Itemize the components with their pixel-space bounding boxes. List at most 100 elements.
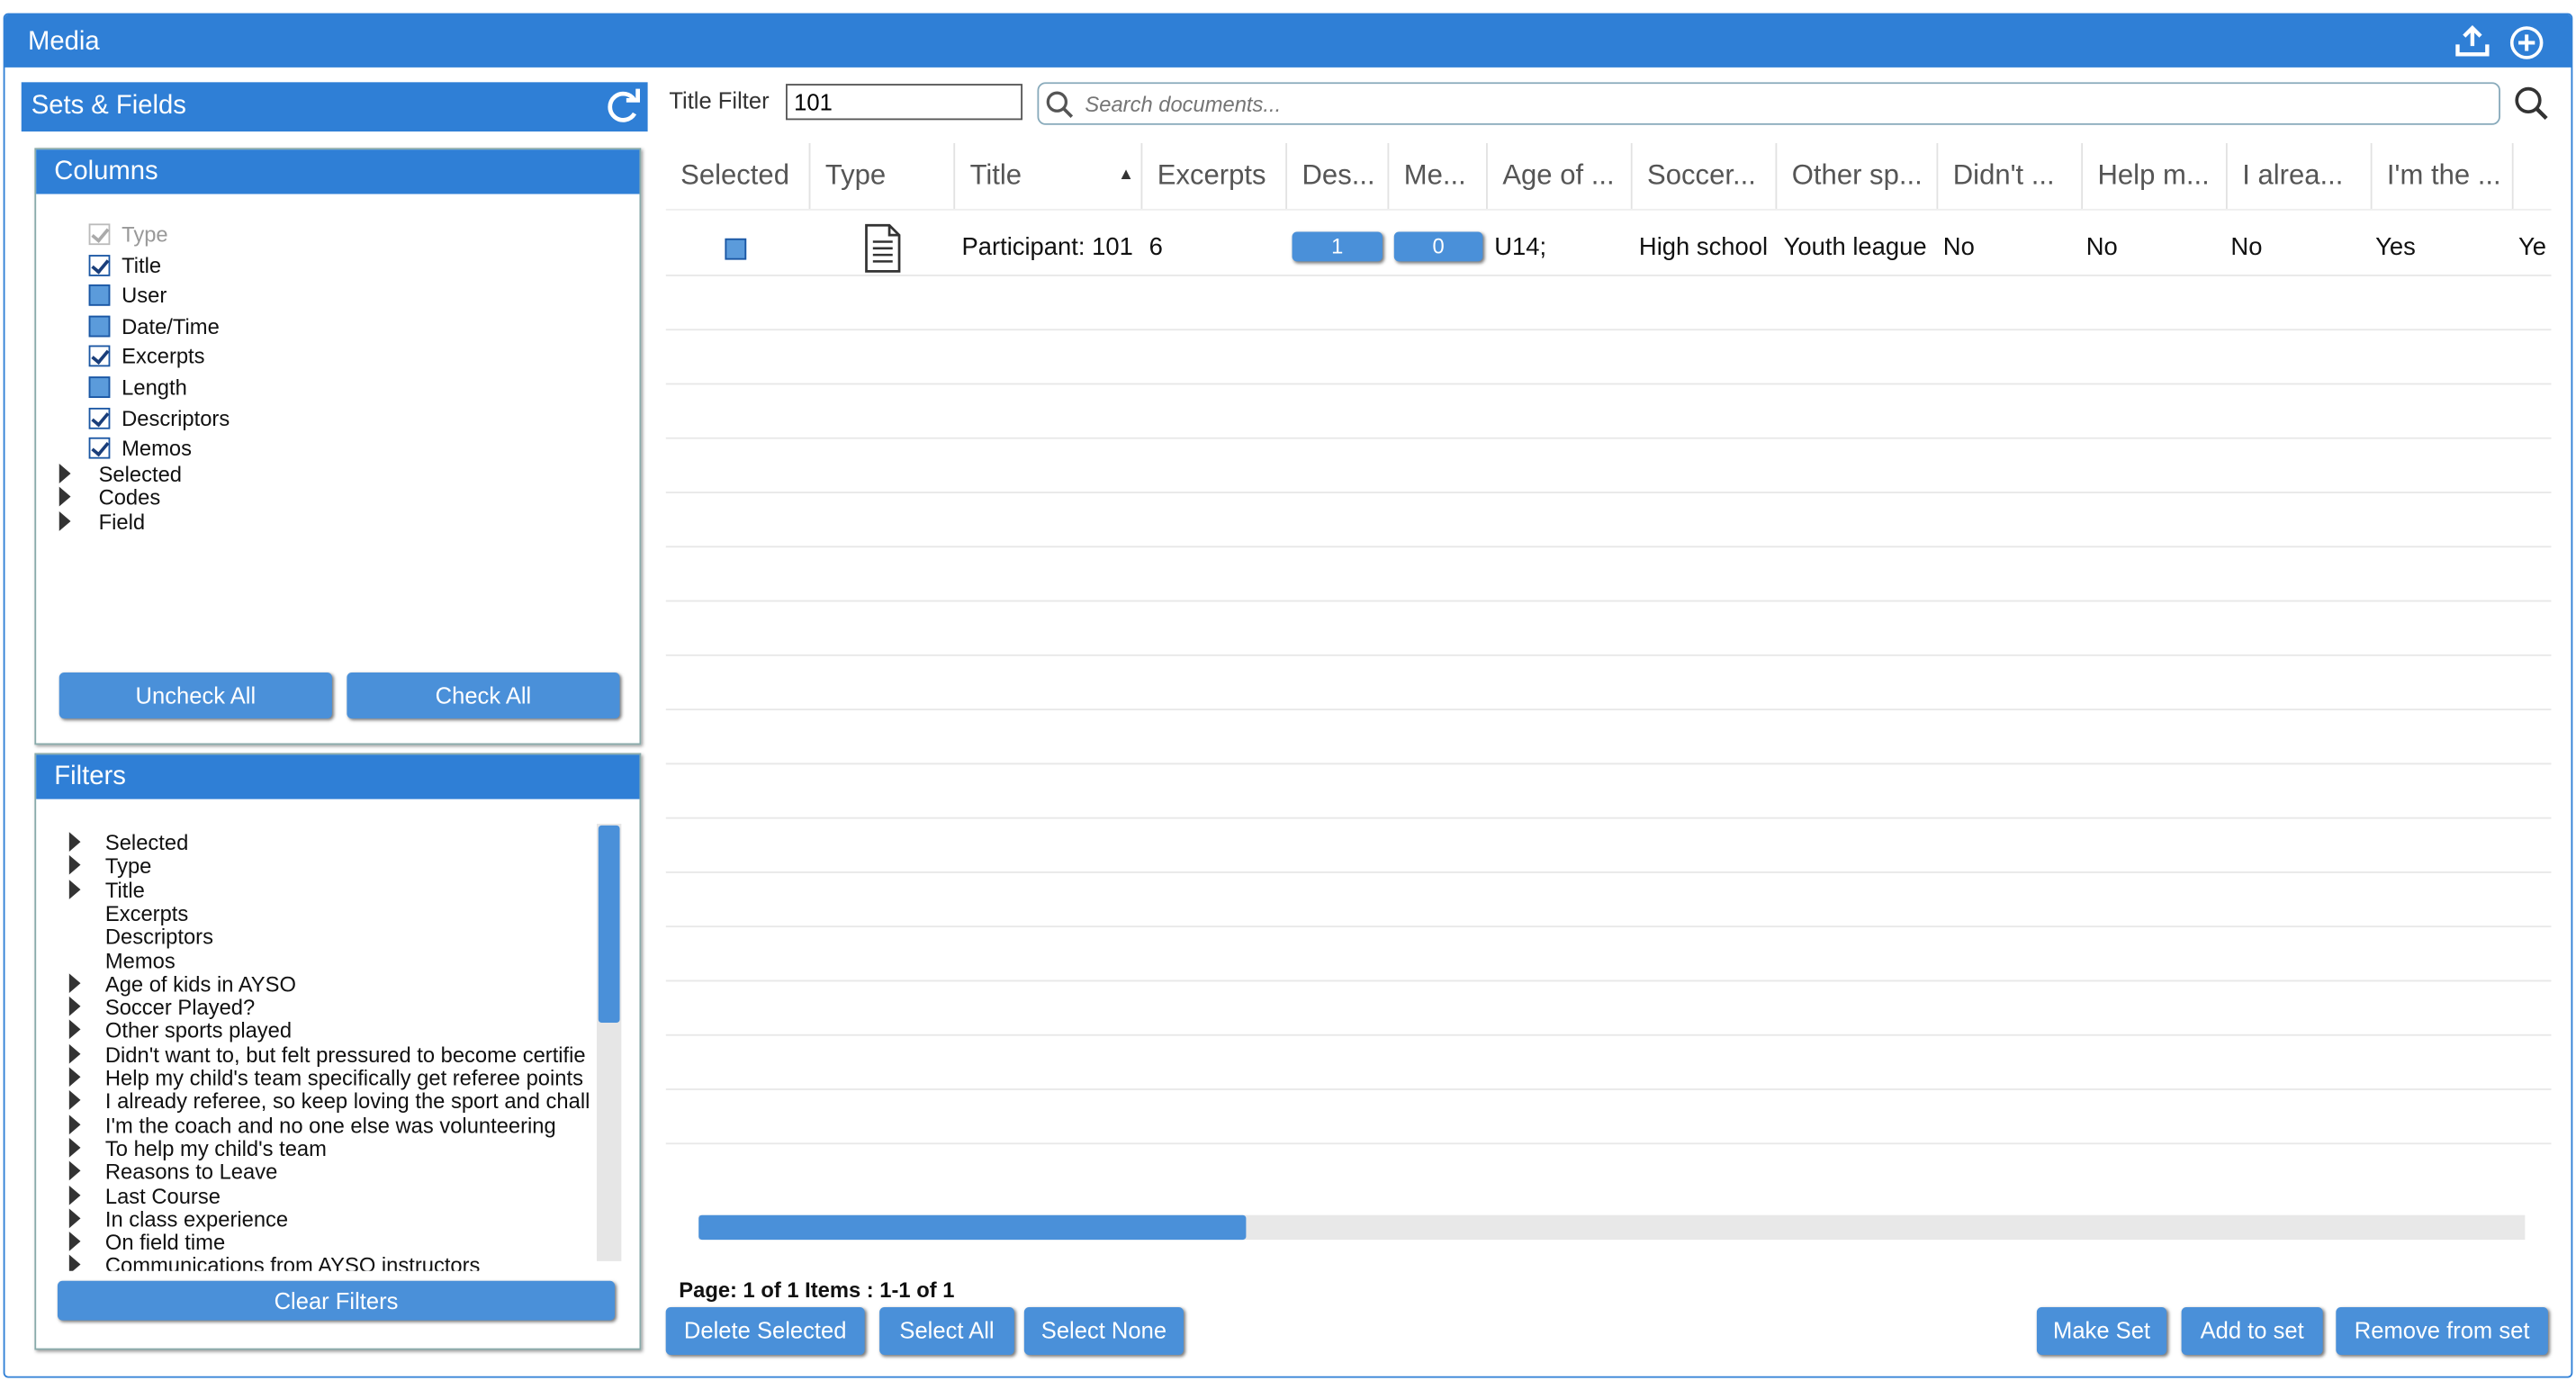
column-header[interactable]: Title: [955, 142, 1143, 209]
column-header[interactable]: Excerpts: [1142, 142, 1288, 209]
table-row[interactable]: [665, 329, 2552, 385]
column-checkbox[interactable]: [88, 438, 111, 459]
expand-arrow-icon[interactable]: [68, 1137, 81, 1158]
table-row[interactable]: [665, 546, 2552, 602]
filter-item[interactable]: On field time: [68, 1230, 595, 1255]
column-checkbox[interactable]: [88, 223, 111, 246]
column-header[interactable]: Des...: [1287, 142, 1390, 209]
refresh-icon[interactable]: [601, 87, 644, 127]
table-row[interactable]: [665, 654, 2552, 711]
expand-arrow-icon[interactable]: [68, 1020, 81, 1040]
expand-arrow-icon[interactable]: [68, 855, 81, 876]
expand-arrow-icon[interactable]: [68, 1090, 81, 1111]
column-header[interactable]: Didn't ...: [1938, 142, 2084, 209]
table-row[interactable]: [665, 709, 2552, 765]
column-header[interactable]: Other sp...: [1777, 142, 1939, 209]
column-option[interactable]: Type: [88, 221, 418, 250]
filter-item[interactable]: Reasons to Leave: [68, 1160, 595, 1184]
filter-item[interactable]: To help my child's team: [68, 1136, 595, 1160]
column-group-item[interactable]: Selected: [59, 462, 388, 487]
column-option[interactable]: Title: [88, 251, 418, 281]
grid-horizontal-scrollbar[interactable]: [698, 1214, 2526, 1241]
table-row[interactable]: [665, 275, 2552, 331]
filter-item[interactable]: Other sports played: [68, 1018, 595, 1043]
column-checkbox[interactable]: [88, 254, 111, 276]
select-all-button[interactable]: Select All: [879, 1306, 1014, 1355]
table-row[interactable]: [665, 763, 2552, 819]
filter-item[interactable]: Selected: [68, 830, 595, 855]
expand-arrow-icon[interactable]: [68, 1160, 81, 1181]
filter-item[interactable]: Last Course: [68, 1183, 595, 1207]
make-set-button[interactable]: Make Set: [2036, 1306, 2167, 1355]
expand-arrow-icon[interactable]: [68, 832, 81, 853]
filter-item[interactable]: Age of kids in AYSO: [68, 971, 595, 996]
expand-arrow-icon[interactable]: [68, 1114, 81, 1134]
column-checkbox[interactable]: [88, 315, 111, 338]
remove-from-set-button[interactable]: Remove from set: [2336, 1306, 2548, 1355]
table-row[interactable]: [665, 1088, 2552, 1145]
filter-item[interactable]: Title: [68, 878, 595, 902]
filter-item[interactable]: In class experience: [68, 1206, 595, 1232]
column-header[interactable]: Age of ...: [1488, 142, 1633, 209]
expand-arrow-icon[interactable]: [68, 1255, 81, 1271]
search-box[interactable]: [1037, 82, 2500, 125]
column-checkbox[interactable]: [88, 346, 111, 368]
table-row[interactable]: [665, 925, 2552, 982]
table-row[interactable]: [665, 980, 2552, 1036]
expand-arrow-icon[interactable]: [68, 1043, 81, 1064]
column-option[interactable]: Excerpts: [88, 343, 418, 373]
column-checkbox[interactable]: [88, 407, 111, 429]
grid-scroll-thumb[interactable]: [698, 1214, 1247, 1241]
filter-item[interactable]: Excerpts: [69, 901, 595, 925]
column-option[interactable]: Date/Time: [88, 312, 418, 342]
column-header[interactable]: I alrea...: [2228, 142, 2373, 209]
expand-arrow-icon[interactable]: [68, 1232, 81, 1252]
column-option[interactable]: Length: [88, 374, 418, 403]
table-row[interactable]: [665, 817, 2552, 873]
check-all-button[interactable]: Check All: [347, 672, 620, 719]
column-option[interactable]: Memos: [88, 435, 418, 465]
table-row[interactable]: Participant: 101 6 U14; High school Youth le…: [665, 221, 2552, 276]
filter-item[interactable]: Memos: [69, 948, 595, 972]
filter-item[interactable]: I already referee, so keep loving the sp…: [68, 1089, 595, 1114]
table-row[interactable]: [665, 492, 2552, 548]
expand-arrow-icon[interactable]: [59, 510, 71, 531]
expand-arrow-icon[interactable]: [68, 1208, 81, 1228]
add-circle-icon[interactable]: [2508, 24, 2544, 59]
expand-arrow-icon[interactable]: [68, 996, 81, 1016]
row-select-checkbox[interactable]: [725, 238, 747, 260]
filters-scrollbar[interactable]: [596, 824, 622, 1261]
column-header[interactable]: Selected: [666, 142, 811, 209]
expand-arrow-icon[interactable]: [68, 1184, 81, 1205]
descriptors-count-button[interactable]: 1: [1292, 231, 1383, 262]
column-option[interactable]: User: [88, 282, 418, 311]
search-button-icon[interactable]: [2514, 86, 2550, 130]
table-row[interactable]: [665, 600, 2552, 656]
expand-arrow-icon[interactable]: [68, 879, 81, 899]
sort-ascending-icon[interactable]: ▲: [1118, 166, 1134, 184]
upload-icon[interactable]: [2454, 24, 2490, 58]
filter-item[interactable]: Descriptors: [69, 925, 595, 949]
filter-item[interactable]: I'm the coach and no one else was volunt…: [68, 1113, 595, 1137]
column-checkbox[interactable]: [88, 376, 111, 398]
expand-arrow-icon[interactable]: [68, 1067, 81, 1088]
filter-item[interactable]: Didn't want to, but felt pressured to be…: [68, 1042, 595, 1067]
title-filter-input[interactable]: [786, 84, 1023, 121]
filter-item[interactable]: Help my child's team specifically get re…: [68, 1066, 595, 1090]
select-none-button[interactable]: Select None: [1023, 1306, 1184, 1355]
search-input[interactable]: [1081, 86, 2486, 121]
filter-item[interactable]: Communications from AYSO instructors: [68, 1253, 595, 1271]
column-header[interactable]: Soccer...: [1633, 142, 1778, 209]
table-row[interactable]: [665, 871, 2552, 928]
clear-filters-button[interactable]: Clear Filters: [57, 1280, 616, 1321]
column-option[interactable]: Descriptors: [88, 404, 418, 434]
filter-item[interactable]: Type: [68, 853, 595, 879]
expand-arrow-icon[interactable]: [59, 464, 71, 483]
expand-arrow-icon[interactable]: [59, 487, 71, 508]
column-group-item[interactable]: Field: [59, 509, 388, 534]
column-header[interactable]: I'm the ...: [2372, 142, 2514, 209]
filters-scroll-thumb[interactable]: [598, 825, 620, 1024]
filter-item[interactable]: Soccer Played?: [68, 995, 595, 1020]
delete-selected-button[interactable]: Delete Selected: [665, 1306, 865, 1355]
memos-count-button[interactable]: 0: [1393, 231, 1483, 262]
